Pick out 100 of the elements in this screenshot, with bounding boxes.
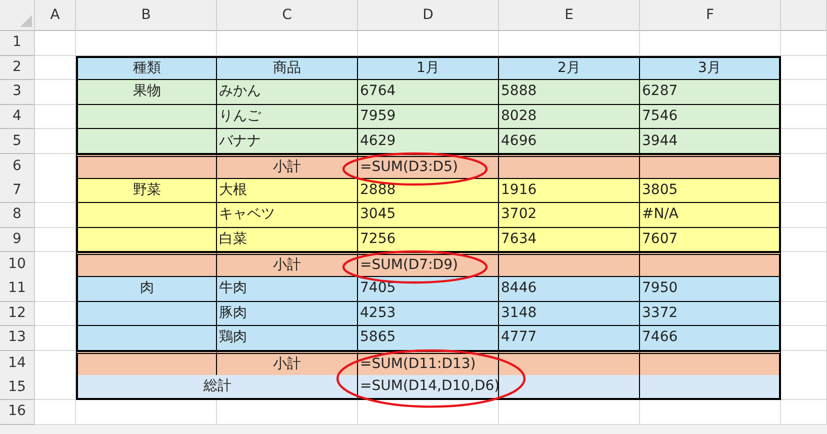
grid-cell (35, 203, 76, 228)
grid-cell (35, 276, 76, 302)
grid-cell (781, 56, 827, 80)
table-cell: 6287 (640, 80, 781, 105)
table-cell: 3045 (358, 203, 499, 228)
row-header[interactable]: 2 (0, 56, 35, 80)
grid-cell (35, 56, 76, 80)
table-cell: 商品 (217, 56, 358, 80)
row-header[interactable]: 12 (0, 302, 35, 326)
table-cell: 4696 (499, 129, 640, 154)
table-cell: バナナ (217, 129, 358, 154)
table-cell: 種類 (76, 56, 217, 80)
row-header[interactable]: 14 (0, 350, 35, 377)
table-cell: 7607 (640, 228, 781, 252)
table-cell: 3148 (499, 302, 640, 326)
table-cell: りんご (217, 104, 358, 130)
select-all-icon[interactable] (20, 15, 32, 27)
grid-cell (35, 129, 76, 154)
table-cell: 7466 (640, 326, 781, 351)
table-cell: #N/A (640, 203, 781, 228)
grid-cell (781, 104, 827, 130)
table-cell: 小計 (217, 350, 358, 377)
table-cell: 7634 (499, 228, 640, 252)
table-cell: 1916 (499, 178, 640, 204)
row-header[interactable]: 13 (0, 326, 35, 351)
row-header[interactable]: 8 (0, 203, 35, 228)
grid-cell (35, 302, 76, 326)
table-cell: 8446 (499, 276, 640, 302)
grid-cell (781, 80, 827, 105)
row-header[interactable]: 15 (0, 375, 35, 400)
table-cell: 白菜 (217, 228, 358, 252)
grid-cell (35, 31, 76, 56)
grid-cell (35, 252, 76, 278)
grid-cell (781, 326, 827, 351)
table-cell: 4253 (358, 302, 499, 326)
row-header[interactable]: 7 (0, 178, 35, 204)
table-cell: 果物 (76, 80, 217, 105)
grid-cell (781, 252, 827, 278)
table-cell: 総計 (76, 375, 358, 400)
table-cell: 3372 (640, 302, 781, 326)
column-header[interactable]: E (499, 0, 640, 31)
table-cell: キャベツ (217, 203, 358, 228)
table-cell: 小計 (217, 154, 358, 180)
table-cell: 豚肉 (217, 302, 358, 326)
grid-cell (35, 326, 76, 351)
table-cell: 3702 (499, 203, 640, 228)
table-cell: 牛肉 (217, 276, 358, 302)
grid-cell (781, 400, 827, 424)
grid-cell (781, 276, 827, 302)
column-header (781, 0, 827, 31)
table-cell: 7256 (358, 228, 499, 252)
grid-cell (781, 154, 827, 180)
grid-cell (781, 228, 827, 252)
grid-cell (35, 400, 76, 424)
table-cell: 鶏肉 (217, 326, 358, 351)
grid-cell (781, 31, 827, 56)
grid-cell (781, 203, 827, 228)
grid-cell (781, 375, 827, 400)
table-cell: 2月 (499, 56, 640, 80)
grid-cell (35, 104, 76, 130)
table-cell: 野菜 (76, 178, 217, 204)
grid-cell (35, 80, 76, 105)
table-cell: みかん (217, 80, 358, 105)
row-header[interactable]: 3 (0, 80, 35, 105)
table-cell: 5865 (358, 326, 499, 351)
table-cell: 7959 (358, 104, 499, 130)
table-cell: 7950 (640, 276, 781, 302)
grid-cell (781, 302, 827, 326)
column-header[interactable]: A (35, 0, 76, 31)
grid-cell (781, 350, 827, 377)
table-cell: 1月 (358, 56, 499, 80)
grid-cell (35, 350, 76, 377)
column-header[interactable]: B (76, 0, 217, 31)
grid-cell (781, 129, 827, 154)
table-cell: 5888 (499, 80, 640, 105)
row-header[interactable]: 11 (0, 276, 35, 302)
select-all-button[interactable] (0, 0, 35, 31)
row-header[interactable]: 4 (0, 104, 35, 130)
table-cell: 4629 (358, 129, 499, 154)
column-header[interactable]: F (640, 0, 781, 31)
table-cell: 肉 (76, 276, 217, 302)
grid-cell (35, 178, 76, 204)
table-cell: 4777 (499, 326, 640, 351)
column-header[interactable]: D (358, 0, 499, 31)
row-header[interactable]: 16 (0, 400, 35, 424)
table-cell: 8028 (499, 104, 640, 130)
row-header[interactable]: 9 (0, 228, 35, 252)
grid-cell (35, 154, 76, 180)
column-header[interactable]: C (217, 0, 358, 31)
grid-cell (35, 375, 76, 400)
table-cell: 6764 (358, 80, 499, 105)
row-header[interactable]: 1 (0, 31, 35, 56)
grid-cell (35, 228, 76, 252)
table-cell: 3月 (640, 56, 781, 80)
table-cell: 7546 (640, 104, 781, 130)
table-cell: 大根 (217, 178, 358, 204)
row-header[interactable]: 5 (0, 129, 35, 154)
table-cell: 3805 (640, 178, 781, 204)
grid-cell (781, 178, 827, 204)
table-cell: 3944 (640, 129, 781, 154)
